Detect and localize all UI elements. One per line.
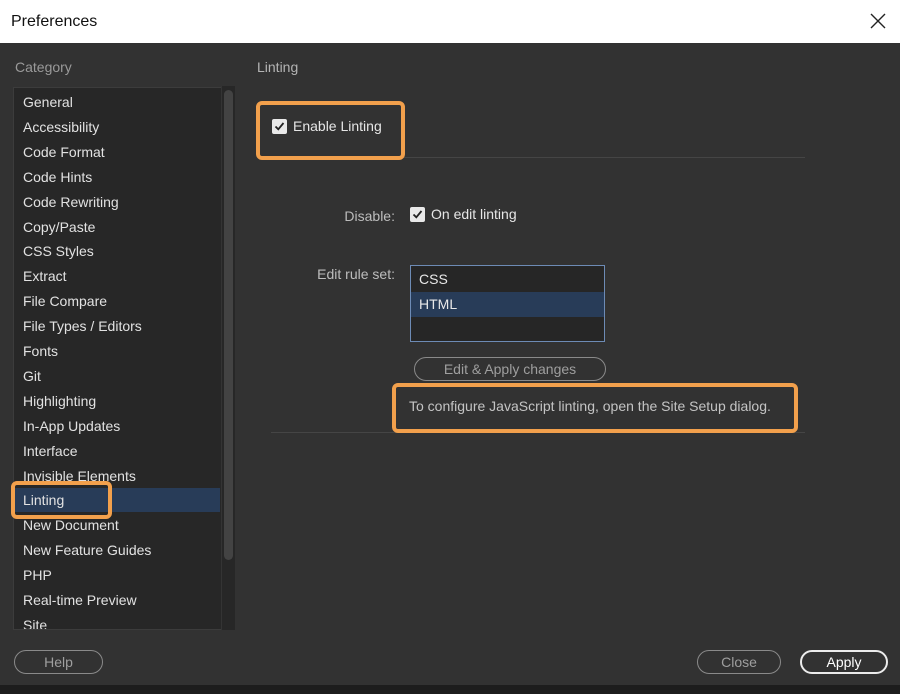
sidebar-item-php[interactable]: PHP <box>14 563 220 587</box>
info-text: To configure JavaScript linting, open th… <box>409 398 771 414</box>
sidebar-item-interface[interactable]: Interface <box>14 439 220 463</box>
window-title: Preferences <box>11 13 98 30</box>
sidebar-item-in-app-updates[interactable]: In-App Updates <box>14 414 220 438</box>
sidebar-item-css-styles[interactable]: CSS Styles <box>14 239 220 263</box>
category-list[interactable]: General Accessibility Code Format Code Hint… <box>13 87 235 630</box>
apply-button[interactable]: Apply <box>800 650 888 674</box>
close-button[interactable]: Close <box>697 650 781 674</box>
sidebar-item-code-rewriting[interactable]: Code Rewriting <box>14 190 220 214</box>
checkbox-checked-icon[interactable] <box>410 206 425 222</box>
enable-linting-label: Enable Linting <box>293 118 382 134</box>
disable-label: Disable: <box>344 208 395 224</box>
sidebar-item-invisible-elements[interactable]: Invisible Elements <box>14 464 220 488</box>
sidebar-item-copy-paste[interactable]: Copy/Paste <box>14 215 220 239</box>
enable-linting-checkbox[interactable]: Enable Linting <box>272 118 382 134</box>
sidebar-item-highlighting[interactable]: Highlighting <box>14 389 220 413</box>
category-heading: Category <box>15 59 72 75</box>
sidebar-item-new-feature-guides[interactable]: New Feature Guides <box>14 538 220 562</box>
rule-set-label: Edit rule set: <box>317 266 395 282</box>
sidebar-item-real-time-preview[interactable]: Real-time Preview <box>14 588 220 612</box>
scrollbar-thumb[interactable] <box>224 90 233 560</box>
rule-set-item-html[interactable]: HTML <box>411 292 604 317</box>
preferences-dialog: Category General Accessibility Code Format… <box>0 43 900 685</box>
sidebar-item-file-types-editors[interactable]: File Types / Editors <box>14 314 220 338</box>
sidebar-item-new-document[interactable]: New Document <box>14 513 220 537</box>
checkbox-checked-icon[interactable] <box>272 118 287 134</box>
sidebar-item-fonts[interactable]: Fonts <box>14 339 220 363</box>
rule-set-item-css[interactable]: CSS <box>411 267 604 292</box>
help-button[interactable]: Help <box>14 650 103 674</box>
sidebar-item-git[interactable]: Git <box>14 364 220 388</box>
divider-bottom <box>271 432 805 433</box>
title-bar: Preferences <box>0 0 900 44</box>
sidebar-item-code-hints[interactable]: Code Hints <box>14 165 220 189</box>
sidebar-item-accessibility[interactable]: Accessibility <box>14 115 220 139</box>
divider-top <box>271 157 805 158</box>
sidebar-item-linting[interactable]: Linting <box>14 488 220 513</box>
on-edit-linting-checkbox[interactable]: On edit linting <box>410 206 517 222</box>
edit-apply-button[interactable]: Edit & Apply changes <box>414 357 606 381</box>
category-scrollbar[interactable] <box>221 86 235 630</box>
on-edit-linting-label: On edit linting <box>431 206 517 222</box>
sidebar-item-site[interactable]: Site <box>14 613 220 629</box>
taskbar-strip <box>0 685 900 694</box>
sidebar-item-general[interactable]: General <box>14 90 220 114</box>
sidebar-item-extract[interactable]: Extract <box>14 264 220 288</box>
close-icon[interactable] <box>866 9 890 33</box>
rule-set-list[interactable]: CSS HTML <box>410 265 605 342</box>
sidebar-item-code-format[interactable]: Code Format <box>14 140 220 164</box>
section-title: Linting <box>257 59 299 75</box>
sidebar-item-file-compare[interactable]: File Compare <box>14 289 220 313</box>
